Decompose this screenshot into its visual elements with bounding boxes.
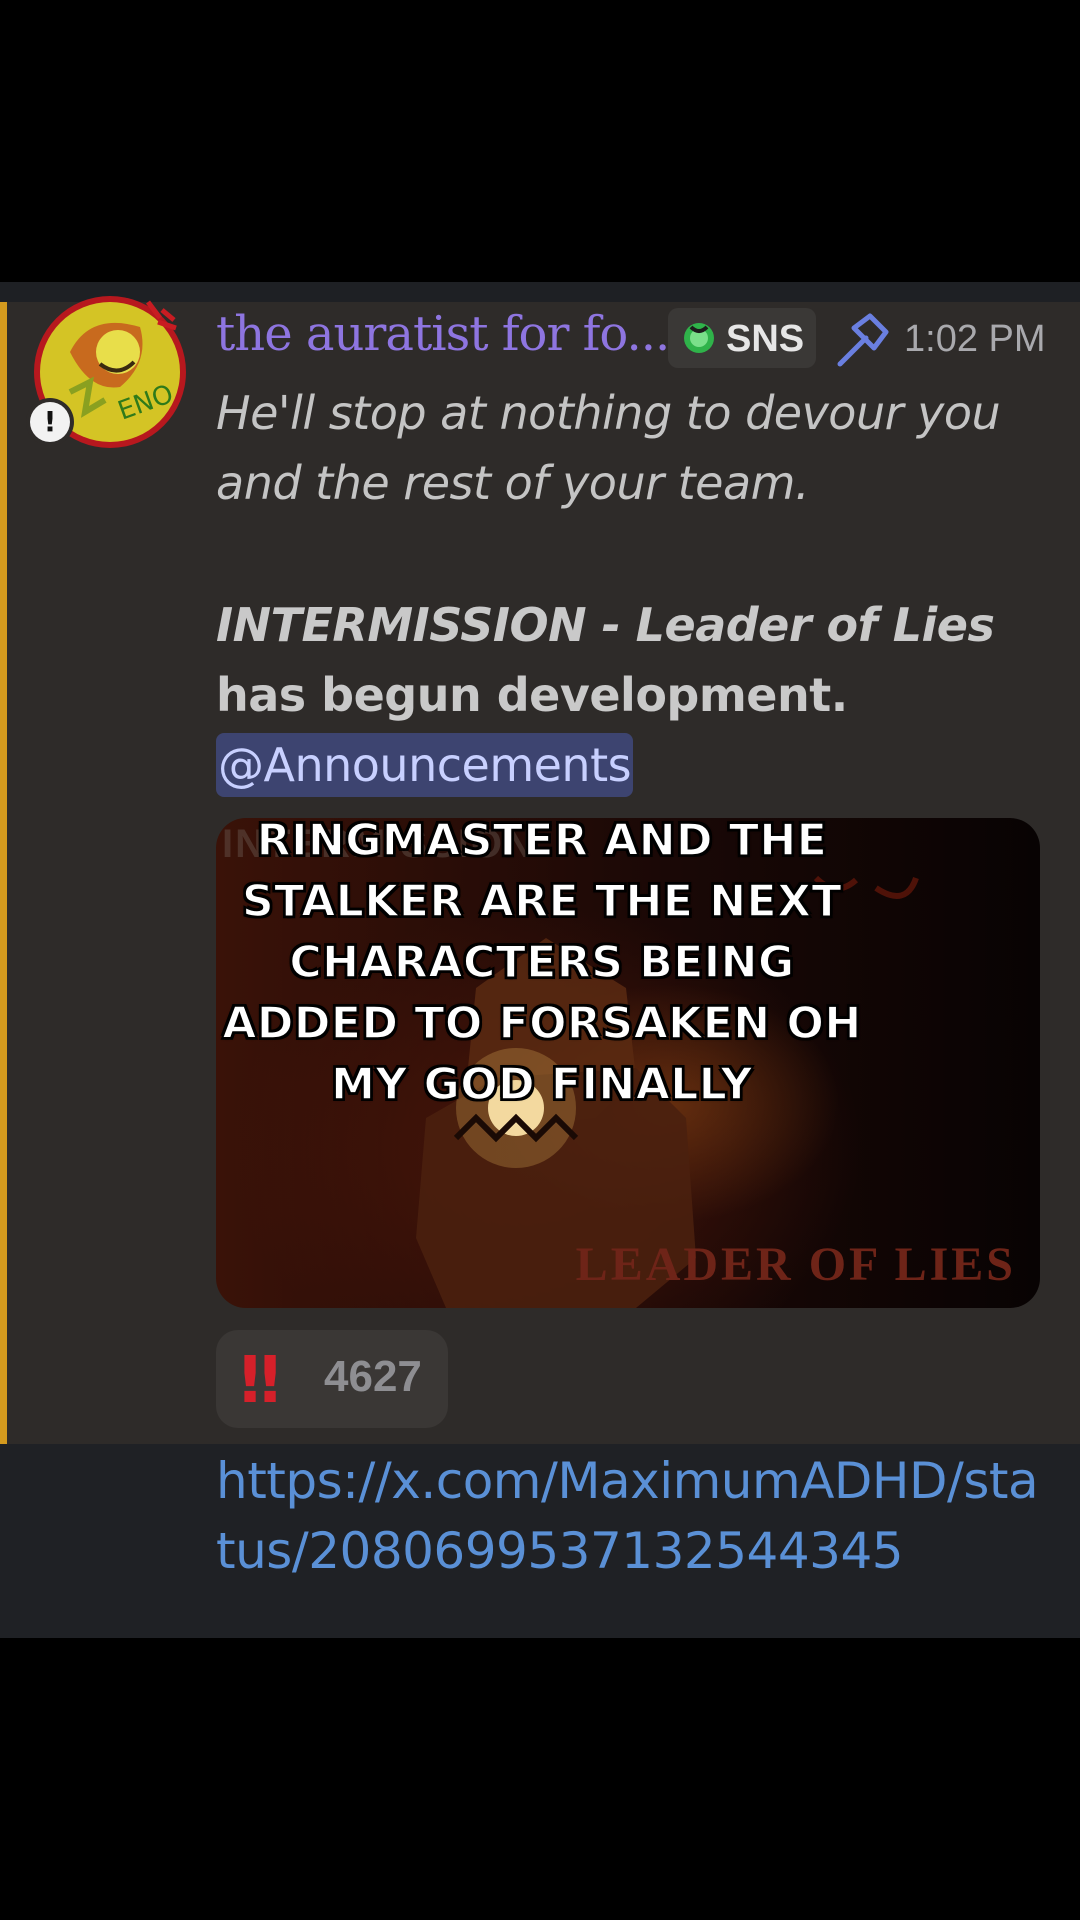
green-orb-icon	[684, 323, 714, 353]
overlay-caption: RINGMASTER AND THE STALKER ARE THE NEXT …	[222, 814, 862, 1111]
double-exclamation-icon: ‼	[240, 1344, 280, 1418]
server-tag-label: SNS	[726, 318, 805, 360]
warning-icon: !	[30, 402, 70, 442]
timestamp: 1:02 PM	[904, 318, 1046, 360]
highlight-accent-bar	[0, 302, 7, 1444]
reaction-count: 4627	[324, 1352, 422, 1401]
reaction-button[interactable]: ‼ 4627	[216, 1330, 448, 1428]
embed-caption: LEADER OF LIES	[575, 1238, 1016, 1291]
hammer-icon	[837, 313, 889, 367]
tweet-link[interactable]: https://x.com/MaximumADHD/status/2080699…	[216, 1446, 1056, 1586]
server-tag[interactable]: SNS	[668, 308, 816, 368]
role-mention[interactable]: @Announcements	[216, 733, 634, 797]
username[interactable]: the auratist for fo...	[216, 306, 670, 362]
message-italic-text: He'll stop at nothing to devour you and …	[216, 386, 1001, 510]
message-bold-text: has begun development.	[216, 668, 848, 722]
message-title: INTERMISSION - Leader of Lies	[216, 598, 995, 652]
